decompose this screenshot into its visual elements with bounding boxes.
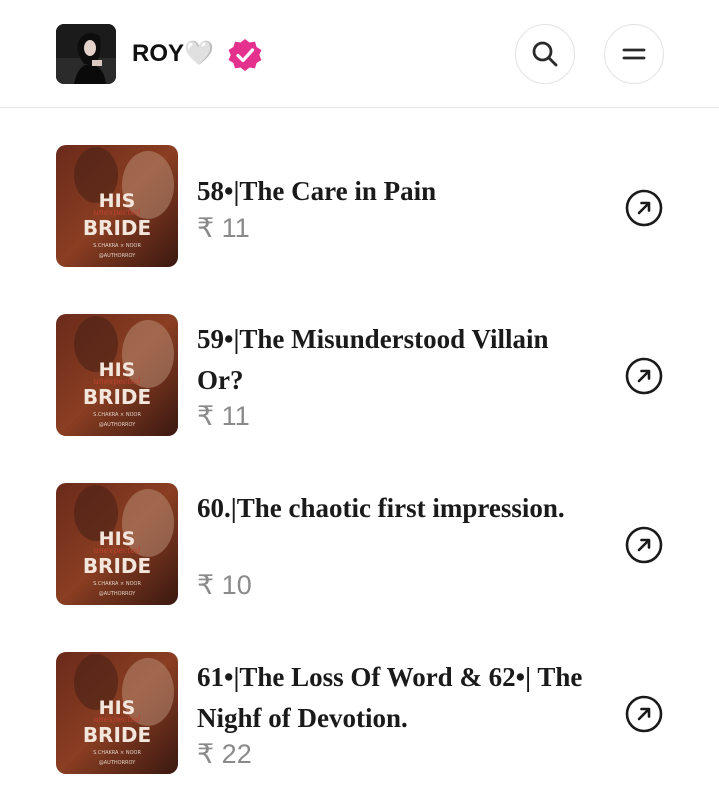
svg-text:@AUTHORROY: @AUTHORROY xyxy=(99,422,136,428)
svg-text:S.CHAKRA × NOOR: S.CHAKRA × NOOR xyxy=(93,581,141,587)
episode-cover-image[interactable]: HIS unexpected BRIDE S.CHAKRA × NOOR @AU… xyxy=(56,145,178,267)
svg-text:S.CHAKRA × NOOR: S.CHAKRA × NOOR xyxy=(93,412,141,418)
svg-text:@AUTHORROY: @AUTHORROY xyxy=(99,253,136,259)
open-arrow-icon[interactable] xyxy=(624,356,664,396)
episode-row[interactable]: HIS unexpected BRIDE S.CHAKRA × NOOR @AU… xyxy=(0,108,719,276)
episode-row[interactable]: HIS unexpected BRIDE S.CHAKRA × NOOR @AU… xyxy=(0,276,719,444)
episode-row[interactable]: HIS unexpected BRIDE S.CHAKRA × NOOR @AU… xyxy=(0,445,719,613)
open-arrow-icon[interactable] xyxy=(624,694,664,734)
episode-title[interactable]: 60.|The chaotic first impression. xyxy=(197,488,597,529)
menu-button[interactable] xyxy=(604,24,664,84)
episode-price: ₹ 11 xyxy=(197,401,250,431)
episode-cover-image[interactable]: HIS unexpected BRIDE S.CHAKRA × NOOR @AU… xyxy=(56,314,178,436)
search-button[interactable] xyxy=(515,24,575,84)
svg-text:@AUTHORROY: @AUTHORROY xyxy=(99,760,136,766)
episode-row[interactable]: HIS unexpected BRIDE S.CHAKRA × NOOR @AU… xyxy=(0,614,719,782)
svg-text:S.CHAKRA × NOOR: S.CHAKRA × NOOR xyxy=(93,750,141,756)
episode-price: ₹ 22 xyxy=(197,739,252,769)
verified-badge-icon xyxy=(227,37,263,73)
episode-price: ₹ 10 xyxy=(197,570,252,600)
svg-text:BRIDE: BRIDE xyxy=(83,723,151,747)
search-icon xyxy=(532,41,558,67)
svg-text:BRIDE: BRIDE xyxy=(83,554,151,578)
episode-title[interactable]: 61•|The Loss Of Word & 62•| The Nighf of… xyxy=(197,657,597,739)
episode-cover-image[interactable]: HIS unexpected BRIDE S.CHAKRA × NOOR @AU… xyxy=(56,652,178,774)
open-arrow-icon[interactable] xyxy=(624,525,664,565)
top-bar: ROY🤍 xyxy=(0,0,719,108)
episode-title[interactable]: 58•|The Care in Pain xyxy=(197,171,597,212)
svg-text:@AUTHORROY: @AUTHORROY xyxy=(99,591,136,597)
menu-icon xyxy=(622,48,646,60)
svg-text:S.CHAKRA × NOOR: S.CHAKRA × NOOR xyxy=(93,243,141,249)
episode-title[interactable]: 59•|The Misunderstood Villain Or? xyxy=(197,319,597,401)
svg-text:BRIDE: BRIDE xyxy=(83,385,151,409)
open-arrow-icon[interactable] xyxy=(624,188,664,228)
avatar[interactable] xyxy=(56,24,116,84)
creator-name[interactable]: ROY🤍 xyxy=(132,40,214,68)
episode-price: ₹ 11 xyxy=(197,213,250,243)
episode-cover-image[interactable]: HIS unexpected BRIDE S.CHAKRA × NOOR @AU… xyxy=(56,483,178,605)
svg-text:BRIDE: BRIDE xyxy=(83,216,151,240)
